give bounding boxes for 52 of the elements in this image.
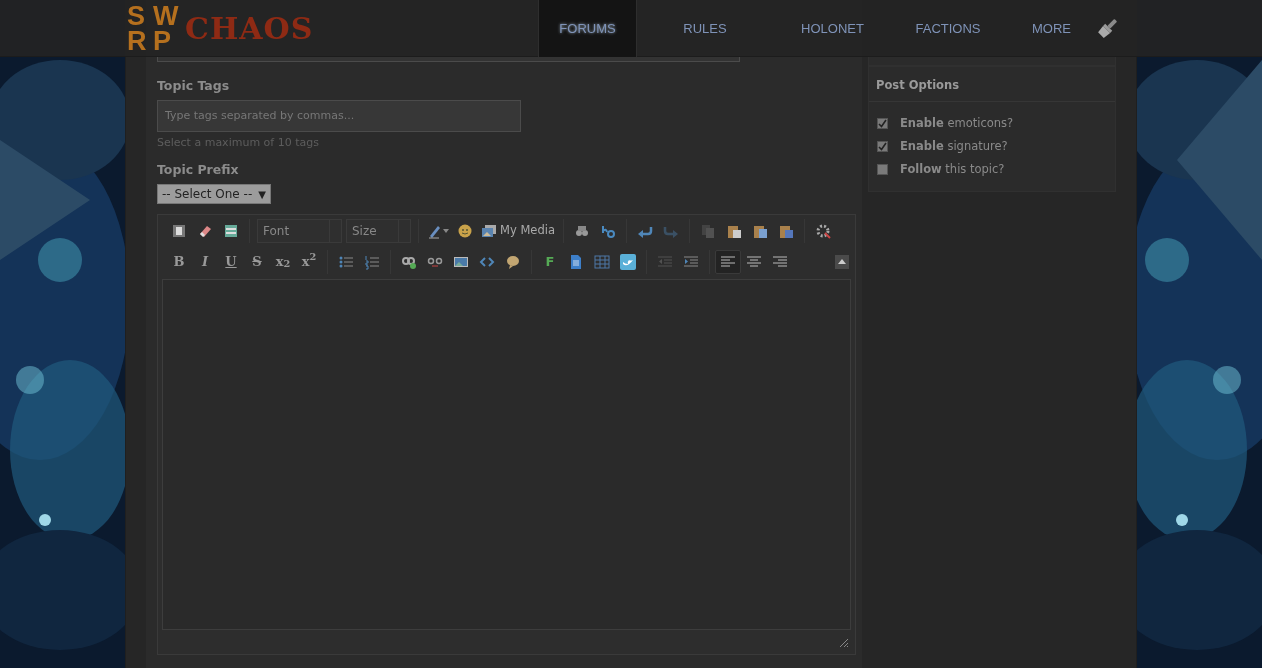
dropdown[interactable]: Font (257, 218, 342, 243)
nav-tab[interactable]: HOLONET (773, 0, 892, 57)
speech-bubble-icon (505, 253, 521, 270)
prefix-select[interactable]: -- Select One -- ▼ (157, 184, 271, 204)
toolbar-button[interactable]: x$_{2}$ (270, 249, 296, 274)
resize-grip-icon (839, 638, 849, 648)
align-center-icon (746, 253, 762, 270)
collapse-button[interactable] (835, 254, 849, 269)
input-field[interactable] (157, 57, 740, 62)
check-icon (878, 142, 887, 152)
numbered-list-icon (364, 253, 380, 270)
nav-tab[interactable]: MORE (1004, 0, 1099, 57)
logo-wordmark: CHAOS (185, 10, 314, 48)
outdent-icon (657, 253, 673, 270)
caret-icon (838, 259, 846, 264)
checkbox[interactable] (877, 164, 888, 176)
tags-field[interactable]: Type tags separated by commas... (157, 99, 521, 132)
toolbar-button[interactable]: S (244, 249, 270, 274)
logo-tiles: S W R P (127, 3, 179, 54)
align-right-icon (772, 253, 788, 270)
indent-icon (683, 253, 699, 270)
checkbox[interactable] (877, 118, 888, 130)
paintbrush-icon (1097, 17, 1119, 39)
source-icon (171, 222, 187, 239)
checkbox[interactable] (877, 141, 888, 153)
dropdown[interactable]: Size (346, 218, 411, 243)
toolbar-button[interactable]: x$^{2}$ (296, 249, 322, 274)
toolbar-button[interactable]: I (192, 249, 218, 274)
copy-icon (699, 222, 716, 239)
caret-icon (443, 228, 449, 233)
toolbar-button[interactable]: F (537, 249, 563, 274)
smiley-icon (457, 222, 473, 239)
toolbar-button[interactable]: My Media (478, 218, 558, 243)
document-icon (568, 253, 584, 270)
nav-tab[interactable]: FORUMS (538, 0, 637, 57)
media-icon (481, 222, 497, 239)
template-icon (223, 222, 239, 239)
field-label: Topic Prefix (157, 161, 240, 180)
option-label: Enable signature? (900, 138, 1008, 156)
option-label: Follow this topic? (900, 161, 1005, 179)
toolbar-button[interactable]: U (218, 249, 244, 274)
gear-icon (814, 222, 831, 239)
align-left-icon (720, 253, 736, 270)
nav-tab[interactable]: RULES (637, 0, 773, 57)
check-icon (878, 119, 887, 129)
nav-tab[interactable]: FACTIONS (892, 0, 1004, 57)
field-label: Topic Tags (157, 77, 231, 95)
option-label: Enable emoticons? (900, 115, 1014, 133)
panel-title: Post Options (869, 67, 1115, 103)
bird-icon (620, 253, 636, 270)
toolbar-button[interactable]: B (166, 249, 192, 274)
table-icon (594, 253, 610, 270)
